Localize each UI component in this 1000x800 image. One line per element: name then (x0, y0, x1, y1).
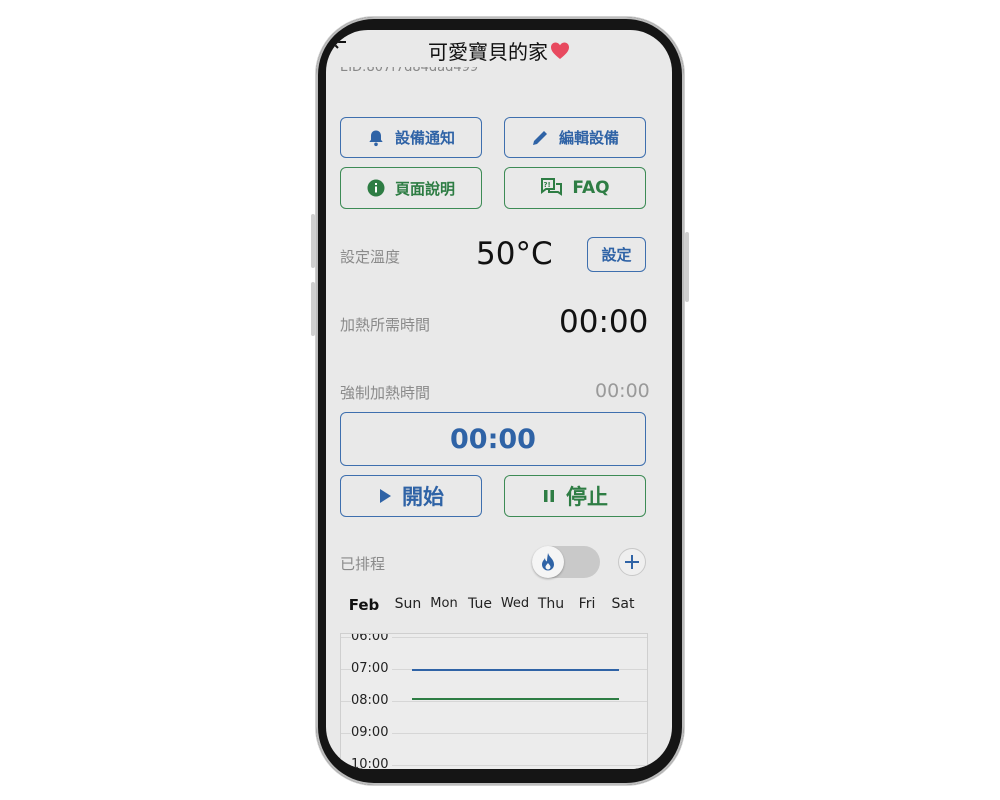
timeline-row: 09:00 (341, 725, 647, 740)
volume-up-button (311, 214, 315, 268)
volume-down-button (311, 282, 315, 336)
info-icon (367, 179, 385, 197)
day-mon[interactable]: Mon (428, 596, 460, 611)
device-notification-button[interactable]: 設備通知 (340, 117, 482, 158)
page-title-text: 可愛寶貝的家 (428, 40, 548, 64)
add-schedule-button[interactable] (618, 548, 646, 576)
temperature-value: 50°C (476, 236, 553, 272)
schedule-bar-blue[interactable] (412, 669, 619, 671)
page-help-button[interactable]: 頁面說明 (340, 167, 482, 209)
svg-text:?!: ?! (544, 181, 551, 189)
stop-label: 停止 (566, 485, 608, 509)
schedule-label: 已排程 (340, 555, 386, 573)
time-label: 07:00 (351, 661, 393, 676)
schedule-bar-green[interactable] (412, 698, 619, 700)
start-button[interactable]: 開始 (340, 475, 482, 517)
time-label: 06:00 (351, 634, 393, 644)
timeline-row: 10:00 (341, 757, 647, 769)
time-label: 08:00 (351, 693, 393, 708)
edit-device-label: 編輯設備 (558, 129, 619, 147)
page-help-label: 頁面說明 (394, 179, 455, 198)
pause-icon (542, 488, 556, 504)
start-label: 開始 (402, 485, 444, 509)
calendar-month: Feb (348, 596, 380, 614)
day-tue[interactable]: Tue (464, 596, 496, 612)
edit-device-button[interactable]: 編輯設備 (504, 117, 646, 158)
timeline-row: 08:00 (341, 693, 647, 708)
set-temperature-button[interactable]: 設定 (587, 237, 646, 272)
bell-icon (367, 129, 385, 147)
schedule-toggle[interactable] (532, 546, 600, 578)
timer-display[interactable]: 00:00 (340, 412, 646, 466)
schedule-timeline[interactable]: 06:00 07:00 08:00 09:00 10:00 (340, 633, 648, 769)
faq-chat-icon: ?! (540, 178, 563, 198)
time-label: 09:00 (351, 725, 393, 740)
day-sun[interactable]: Sun (392, 596, 424, 612)
timeline-row: 06:00 (341, 634, 647, 644)
plus-icon (624, 554, 640, 570)
faq-label: FAQ (572, 178, 610, 198)
forced-heating-label: 強制加熱時間 (340, 384, 431, 402)
required-heating-value: 00:00 (559, 304, 649, 340)
time-label: 10:00 (351, 757, 393, 769)
forced-heating-value: 00:00 (595, 380, 650, 402)
heart-icon (550, 41, 570, 61)
app-screen: 可愛寶貝的家 EID:807f7d84dad499 設備通知 編輯設備 頁面說明… (326, 30, 672, 769)
power-button (685, 232, 689, 302)
stop-button[interactable]: 停止 (504, 475, 646, 517)
pencil-icon (531, 129, 549, 147)
day-thu[interactable]: Thu (535, 596, 567, 612)
play-icon (378, 488, 392, 504)
day-fri[interactable]: Fri (571, 596, 603, 612)
faq-button[interactable]: ?! FAQ (504, 167, 646, 209)
flame-icon (532, 546, 564, 578)
day-wed[interactable]: Wed (499, 596, 531, 611)
device-notification-label: 設備通知 (394, 129, 455, 147)
set-temperature-label: 設定溫度 (340, 248, 401, 266)
day-sat[interactable]: Sat (607, 596, 639, 612)
required-heating-label: 加熱所需時間 (340, 316, 431, 334)
page-title: 可愛寶貝的家 (326, 36, 672, 65)
